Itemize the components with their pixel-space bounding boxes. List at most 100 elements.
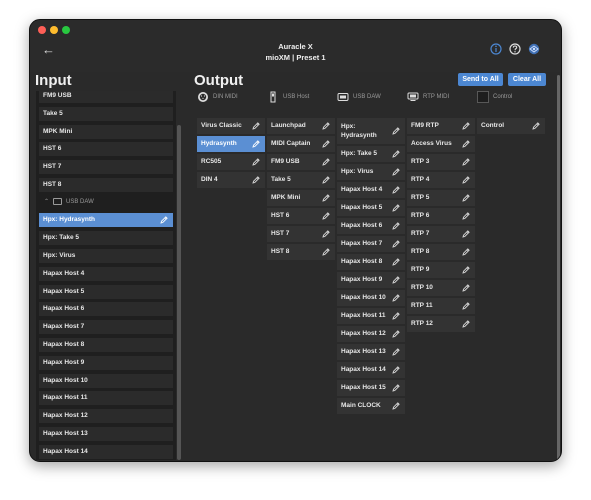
pencil-icon[interactable] xyxy=(531,121,541,131)
pencil-icon[interactable] xyxy=(321,229,331,239)
help-icon[interactable] xyxy=(509,43,521,55)
output-item[interactable]: Hapax Host 9 xyxy=(337,272,405,288)
pencil-icon[interactable] xyxy=(391,311,401,321)
output-item[interactable]: Hapax Host 4 xyxy=(337,182,405,198)
pencil-icon[interactable] xyxy=(251,157,261,167)
output-item[interactable]: Hpx: Take 5 xyxy=(337,146,405,162)
chevron-up-icon[interactable]: ⌃ xyxy=(44,199,49,205)
pencil-icon[interactable] xyxy=(391,347,401,357)
output-item[interactable]: RTP 7 xyxy=(407,226,475,242)
pencil-icon[interactable] xyxy=(461,229,471,239)
output-item[interactable]: RTP 10 xyxy=(407,280,475,296)
output-item[interactable]: RTP 6 xyxy=(407,208,475,224)
output-item[interactable]: Main CLOCK xyxy=(337,398,405,414)
pencil-icon[interactable] xyxy=(461,139,471,149)
output-item[interactable]: Hapax Host 8 xyxy=(337,254,405,270)
pencil-icon[interactable] xyxy=(321,121,331,131)
output-item[interactable]: Hapax Host 5 xyxy=(337,200,405,216)
output-item[interactable]: Hapax Host 12 xyxy=(337,326,405,342)
output-item[interactable]: Virus Classic xyxy=(197,118,265,134)
input-item[interactable]: Hpx: Hydrasynth xyxy=(39,213,173,228)
pencil-icon[interactable] xyxy=(461,301,471,311)
send-to-all-button[interactable]: Send to All xyxy=(458,73,503,86)
pencil-icon[interactable] xyxy=(391,126,401,136)
output-item[interactable]: Hpx: Hydrasynth xyxy=(337,118,405,144)
output-item[interactable]: FM9 USB xyxy=(267,154,335,170)
pencil-icon[interactable] xyxy=(391,167,401,177)
window-scrollbar[interactable] xyxy=(557,75,560,460)
pencil-icon[interactable] xyxy=(321,175,331,185)
output-item[interactable]: HST 6 xyxy=(267,208,335,224)
input-item[interactable]: FM9 USB xyxy=(39,91,173,103)
output-item[interactable]: Hapax Host 7 xyxy=(337,236,405,252)
input-item[interactable]: Hapax Host 11 xyxy=(39,391,173,406)
output-item[interactable]: Hapax Host 15 xyxy=(337,380,405,396)
output-item[interactable]: RTP 4 xyxy=(407,172,475,188)
pencil-icon[interactable] xyxy=(321,157,331,167)
output-item[interactable]: Hapax Host 11 xyxy=(337,308,405,324)
pencil-icon[interactable] xyxy=(461,175,471,185)
pencil-icon[interactable] xyxy=(461,247,471,257)
pencil-icon[interactable] xyxy=(391,275,401,285)
pencil-icon[interactable] xyxy=(461,319,471,329)
pencil-icon[interactable] xyxy=(391,239,401,249)
zoom-window-button[interactable] xyxy=(62,26,70,34)
input-scrollbar[interactable] xyxy=(177,125,181,460)
pencil-icon[interactable] xyxy=(461,157,471,167)
pencil-icon[interactable] xyxy=(391,365,401,375)
pencil-icon[interactable] xyxy=(251,139,261,149)
input-item[interactable]: Hapax Host 4 xyxy=(39,266,173,281)
pencil-icon[interactable] xyxy=(321,193,331,203)
output-item[interactable]: Hapax Host 10 xyxy=(337,290,405,306)
output-item[interactable]: HST 8 xyxy=(267,244,335,260)
input-item[interactable]: Hapax Host 6 xyxy=(39,302,173,317)
pencil-icon[interactable] xyxy=(461,193,471,203)
output-item[interactable]: RC505 xyxy=(197,154,265,170)
output-item[interactable]: RTP 12 xyxy=(407,316,475,332)
pencil-icon[interactable] xyxy=(391,293,401,303)
output-item[interactable]: Hapax Host 13 xyxy=(337,344,405,360)
input-item[interactable]: Hapax Host 10 xyxy=(39,373,173,388)
pencil-icon[interactable] xyxy=(251,121,261,131)
pencil-icon[interactable] xyxy=(321,139,331,149)
clear-all-button[interactable]: Clear All xyxy=(508,73,546,86)
output-item[interactable]: Hpx: Virus xyxy=(337,164,405,180)
output-item[interactable]: MPK Mini xyxy=(267,190,335,206)
input-item[interactable]: HST 6 xyxy=(39,142,173,157)
network-icon[interactable] xyxy=(528,43,540,55)
input-item[interactable]: Hpx: Take 5 xyxy=(39,231,173,246)
pencil-icon[interactable] xyxy=(321,211,331,221)
input-item[interactable]: Hapax Host 12 xyxy=(39,409,173,424)
output-item[interactable]: DIN 4 xyxy=(197,172,265,188)
output-item[interactable]: Hapax Host 14 xyxy=(337,362,405,378)
output-item[interactable]: RTP 8 xyxy=(407,244,475,260)
input-item[interactable]: Hpx: Virus xyxy=(39,248,173,263)
input-item[interactable]: HST 8 xyxy=(39,178,173,192)
input-item[interactable]: Take 5 xyxy=(39,106,173,121)
input-item[interactable]: Hapax Host 7 xyxy=(39,320,173,335)
output-item[interactable]: Take 5 xyxy=(267,172,335,188)
pencil-icon[interactable] xyxy=(391,185,401,195)
usb-daw-group-header[interactable]: ⌃ USB DAW xyxy=(44,197,94,205)
pencil-icon[interactable] xyxy=(461,265,471,275)
input-item[interactable]: MPK Mini xyxy=(39,124,173,139)
output-item[interactable]: RTP 9 xyxy=(407,262,475,278)
pencil-icon[interactable] xyxy=(391,149,401,159)
output-item[interactable]: Control xyxy=(477,118,545,134)
output-item[interactable]: Access Virus xyxy=(407,136,475,152)
pencil-icon[interactable] xyxy=(461,211,471,221)
input-item[interactable]: Hapax Host 8 xyxy=(39,337,173,352)
output-item[interactable]: RTP 11 xyxy=(407,298,475,314)
pencil-icon[interactable] xyxy=(391,221,401,231)
pencil-icon[interactable] xyxy=(391,257,401,267)
pencil-icon[interactable] xyxy=(391,203,401,213)
input-list[interactable]: FM9 USB Take 5 MPK Mini HST 6 HST 7 HST 8 ⌃ USB… xyxy=(36,91,176,460)
output-item[interactable]: Hydrasynth xyxy=(197,136,265,152)
pencil-icon[interactable] xyxy=(461,121,471,131)
pencil-icon[interactable] xyxy=(461,283,471,293)
output-item[interactable]: RTP 3 xyxy=(407,154,475,170)
output-item[interactable]: RTP 5 xyxy=(407,190,475,206)
pencil-icon[interactable] xyxy=(321,247,331,257)
minimize-window-button[interactable] xyxy=(50,26,58,34)
output-item[interactable]: HST 7 xyxy=(267,226,335,242)
